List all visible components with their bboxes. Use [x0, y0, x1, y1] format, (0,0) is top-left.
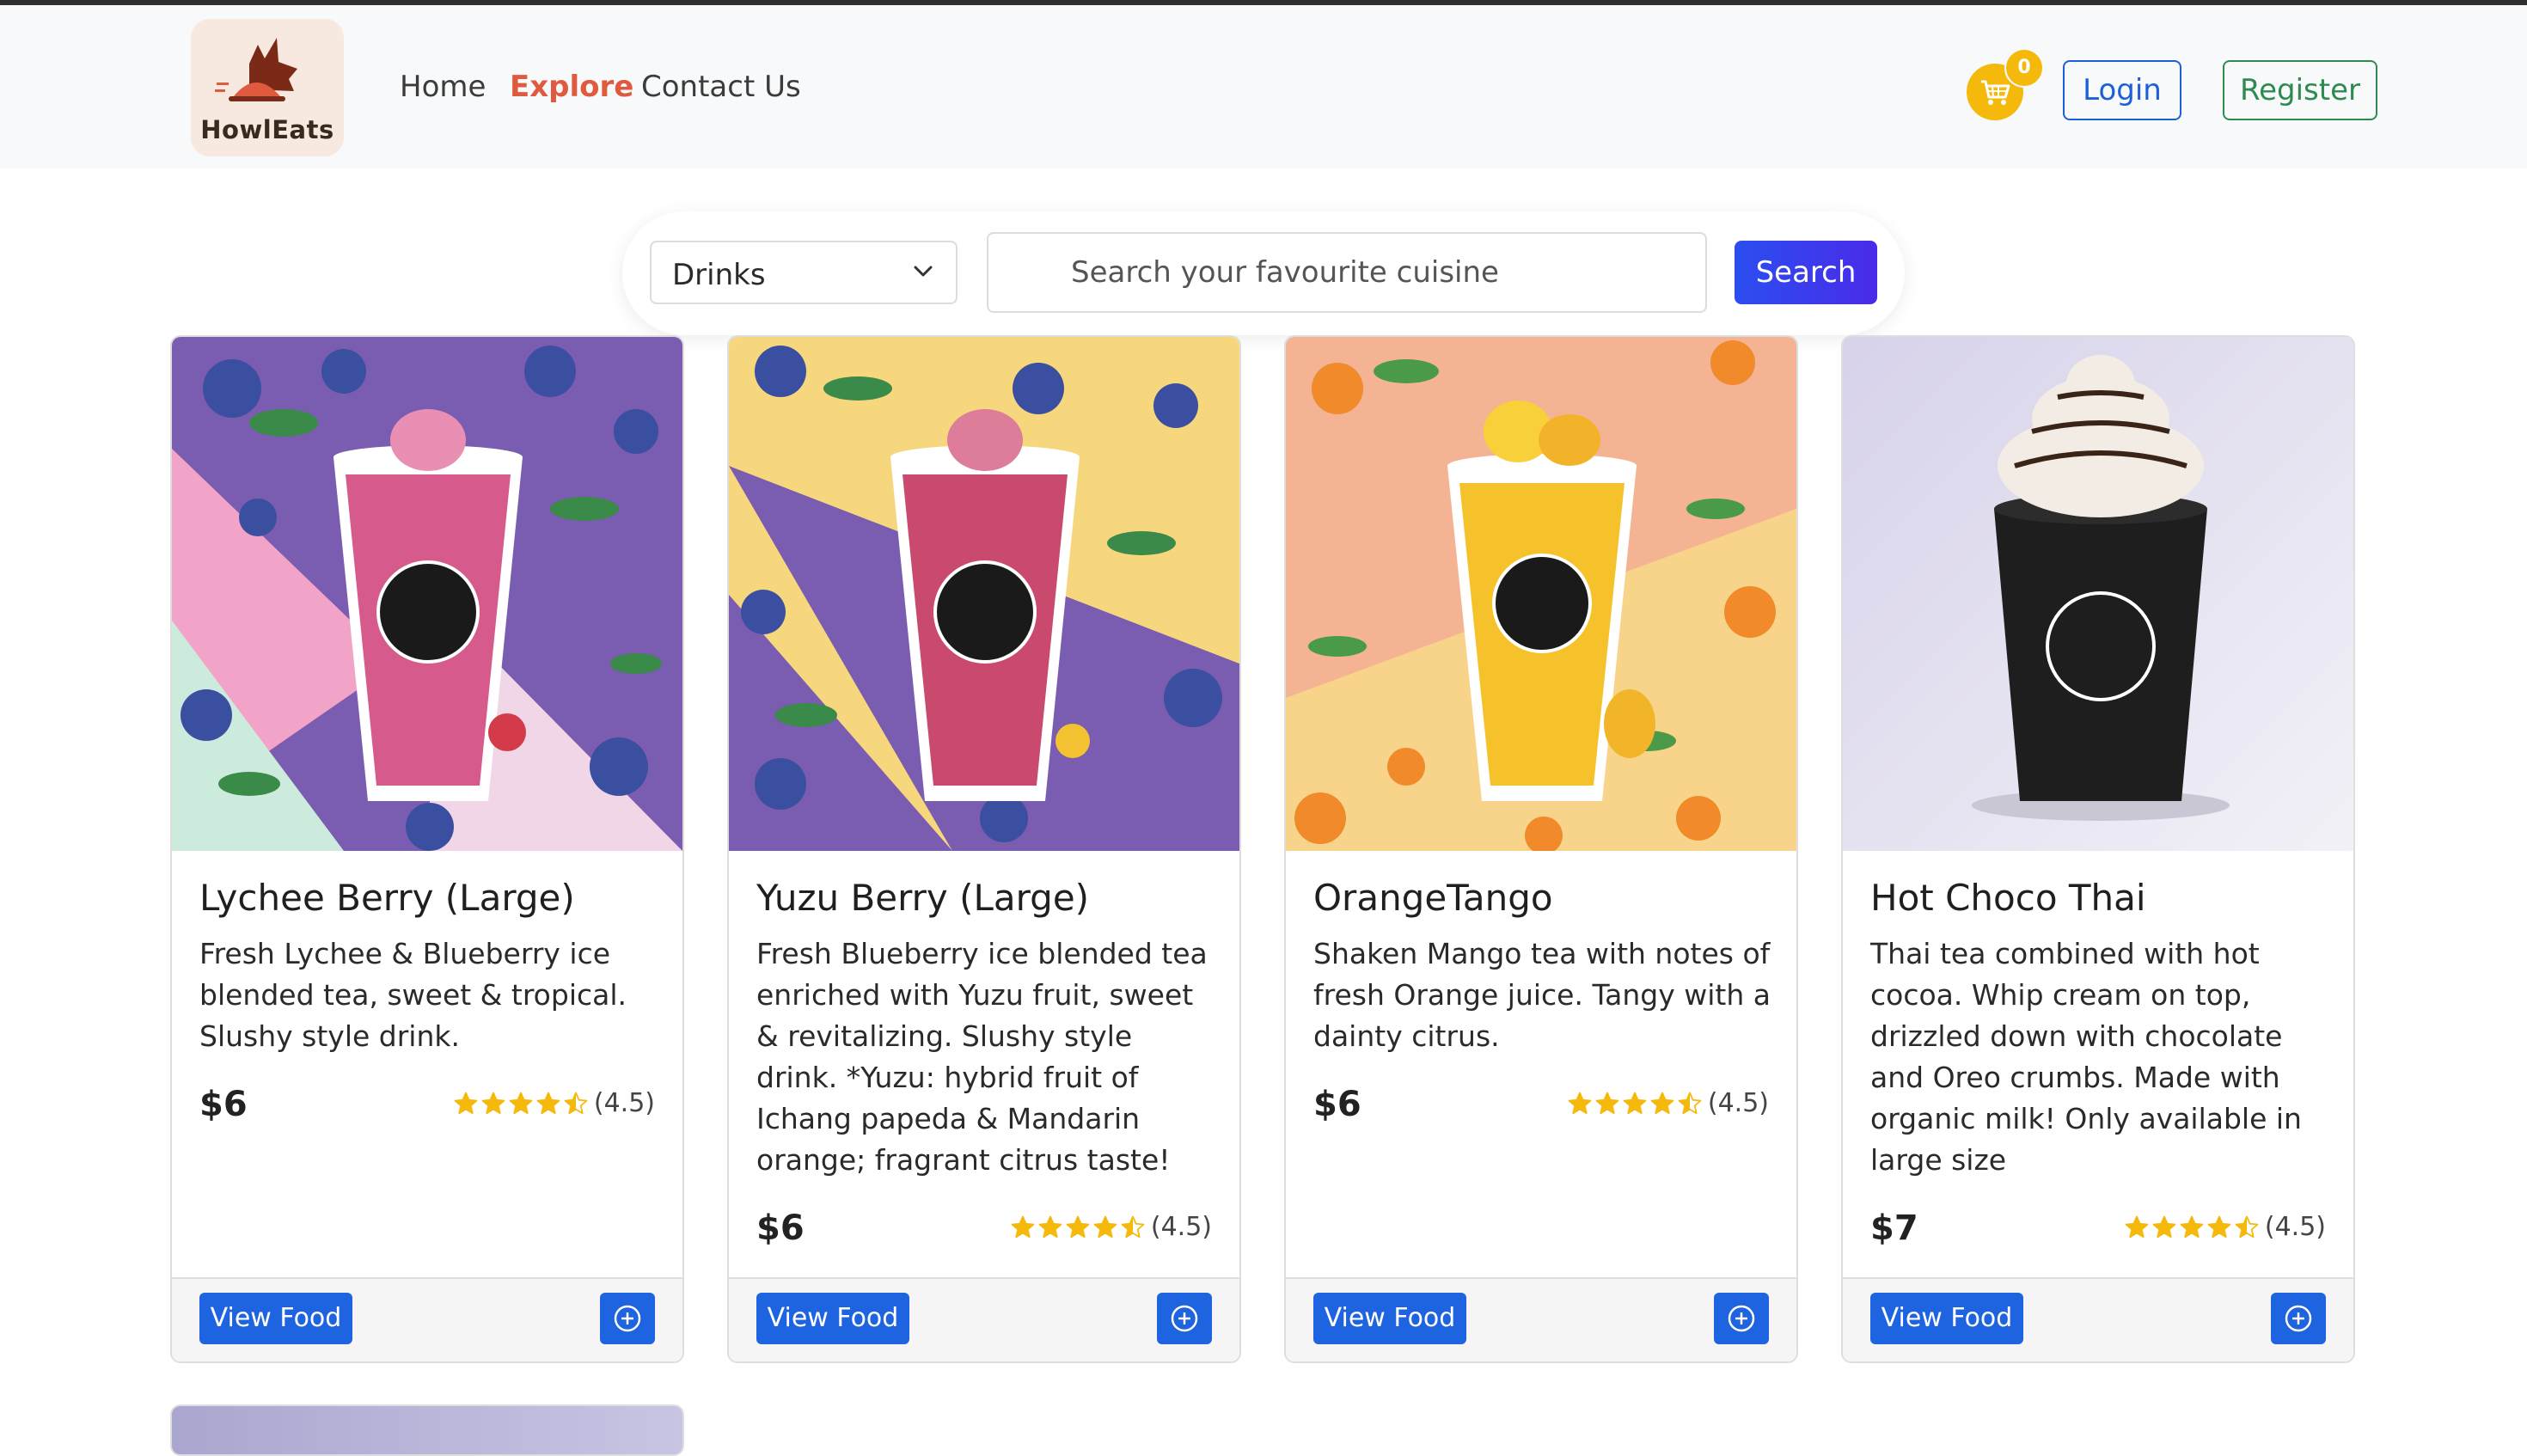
brand-logo[interactable]: HowlEats	[191, 19, 344, 156]
star-icon	[1093, 1215, 1117, 1238]
plus-circle-icon	[1171, 1305, 1198, 1332]
nav-contact-us[interactable]: Contact Us	[641, 72, 801, 101]
food-rating: (4.5)	[453, 1088, 655, 1118]
food-price: $6	[1313, 1085, 1361, 1124]
food-title: Hot Choco Thai	[1870, 877, 2146, 919]
rating-stars	[1567, 1091, 1703, 1116]
rating-value: (4.5)	[593, 1088, 655, 1118]
view-food-button[interactable]: View Food	[1870, 1293, 2023, 1344]
star-icon	[1011, 1215, 1035, 1238]
food-image[interactable]	[1843, 337, 2353, 851]
plus-circle-icon	[614, 1305, 641, 1332]
food-image[interactable]	[729, 337, 1239, 851]
star-icon	[1121, 1215, 1145, 1238]
star-icon	[564, 1092, 588, 1114]
star-icon	[1678, 1092, 1702, 1114]
star-icon	[481, 1092, 505, 1114]
cart-icon	[1981, 80, 2010, 105]
food-rating: (4.5)	[1567, 1088, 1769, 1118]
food-title: Yuzu Berry (Large)	[756, 877, 1090, 919]
rating-value: (4.5)	[1707, 1088, 1769, 1118]
add-to-cart-button[interactable]	[1157, 1293, 1212, 1344]
plus-circle-icon	[2285, 1305, 2312, 1332]
food-image[interactable]	[172, 337, 682, 851]
star-icon	[1066, 1215, 1090, 1238]
add-to-cart-button[interactable]	[1714, 1293, 1769, 1344]
food-rating: (4.5)	[1010, 1212, 1212, 1242]
star-icon	[2235, 1215, 2259, 1238]
card-footer: View Food	[729, 1277, 1239, 1361]
food-card: OrangeTango Shaken Mango tea with notes …	[1284, 335, 1798, 1363]
star-icon	[1623, 1092, 1647, 1114]
category-select-value: Drinks	[672, 258, 766, 292]
rating-stars	[453, 1091, 589, 1116]
star-icon	[536, 1092, 560, 1114]
food-rating: (4.5)	[2124, 1212, 2326, 1242]
food-price: $6	[756, 1208, 805, 1248]
star-icon	[2180, 1215, 2204, 1238]
register-button[interactable]: Register	[2223, 60, 2377, 120]
add-to-cart-button[interactable]	[600, 1293, 655, 1344]
plus-circle-icon	[1728, 1305, 1755, 1332]
rating-value: (4.5)	[2264, 1212, 2326, 1242]
food-title: OrangeTango	[1313, 877, 1553, 919]
category-select[interactable]: Drinks	[650, 241, 958, 304]
food-image[interactable]	[1286, 337, 1796, 851]
star-icon	[1568, 1092, 1592, 1114]
star-icon	[2207, 1215, 2231, 1238]
brand-name: HowlEats	[200, 115, 334, 144]
food-card: Lychee Berry (Large) Fresh Lychee & Blue…	[170, 335, 684, 1363]
star-icon	[1595, 1092, 1619, 1114]
cart-count-badge: 0	[2004, 48, 2044, 88]
food-description: Shaken Mango tea with notes of fresh Ora…	[1313, 937, 1771, 1053]
card-footer: View Food	[1843, 1277, 2353, 1361]
nav-home[interactable]: Home	[400, 72, 486, 101]
food-card: Hot Choco Thai Thai tea combined with ho…	[1841, 335, 2355, 1363]
food-card-partial	[170, 1404, 684, 1456]
navbar: HowlEats Home Explore Contact Us 0 Login…	[0, 5, 2527, 168]
chevron-down-icon	[914, 266, 933, 277]
card-footer: View Food	[1286, 1277, 1796, 1361]
rating-stars	[2124, 1214, 2260, 1240]
rating-stars	[1010, 1214, 1146, 1240]
add-to-cart-button[interactable]	[2271, 1293, 2326, 1344]
food-description: Thai tea combined with hot cocoa. Whip c…	[1870, 937, 2302, 1177]
food-price: $7	[1870, 1208, 1918, 1248]
food-description: Fresh Lychee & Blueberry ice blended tea…	[199, 937, 627, 1053]
view-food-button[interactable]: View Food	[199, 1293, 352, 1344]
star-icon	[1650, 1092, 1674, 1114]
card-footer: View Food	[172, 1277, 682, 1361]
view-food-button[interactable]: View Food	[756, 1293, 909, 1344]
login-button[interactable]: Login	[2063, 60, 2181, 120]
food-price: $6	[199, 1085, 248, 1124]
star-icon	[1038, 1215, 1062, 1238]
view-food-button[interactable]: View Food	[1313, 1293, 1466, 1344]
star-icon	[454, 1092, 478, 1114]
food-description: Fresh Blueberry ice blended tea enriched…	[756, 937, 1208, 1177]
search-button[interactable]: Search	[1735, 241, 1877, 304]
food-card: Yuzu Berry (Large) Fresh Blueberry ice b…	[727, 335, 1241, 1363]
star-icon	[509, 1092, 533, 1114]
star-icon	[2125, 1215, 2149, 1238]
nav-explore[interactable]: Explore	[510, 72, 633, 101]
logo-icon	[215, 38, 297, 101]
search-input[interactable]	[987, 232, 1707, 313]
star-icon	[2152, 1215, 2176, 1238]
rating-value: (4.5)	[1150, 1212, 1212, 1242]
food-title: Lychee Berry (Large)	[199, 877, 575, 919]
